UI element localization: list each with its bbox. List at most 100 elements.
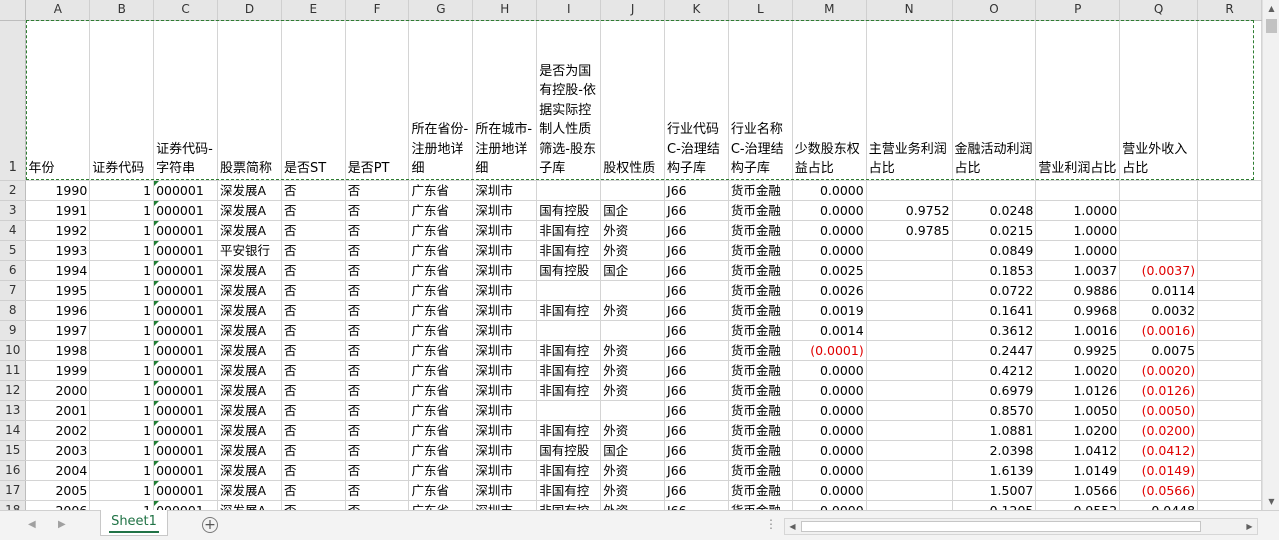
data-cell[interactable]: 否 [345, 320, 410, 341]
data-cell[interactable]: J66 [664, 220, 729, 241]
data-cell[interactable]: 深发展A [217, 460, 282, 481]
data-cell[interactable]: 否 [345, 360, 410, 381]
data-cell[interactable]: (0.0149) [1119, 460, 1199, 481]
data-cell[interactable]: 否 [281, 320, 346, 341]
data-cell[interactable] [1197, 480, 1262, 501]
data-cell[interactable]: 0.0000 [792, 180, 867, 201]
header-cell-e[interactable]: 是否ST [281, 20, 346, 181]
data-cell[interactable]: 0.3612 [952, 320, 1037, 341]
data-cell[interactable]: 0.0025 [792, 260, 867, 281]
data-cell[interactable]: 深圳市 [472, 440, 538, 461]
data-cell[interactable]: 1.0412 [1035, 440, 1121, 461]
header-cell-r[interactable] [1197, 20, 1262, 181]
data-cell[interactable]: 广东省 [408, 360, 474, 381]
data-cell[interactable] [1197, 340, 1262, 361]
data-cell[interactable]: 2.0398 [952, 440, 1037, 461]
data-cell[interactable]: 否 [281, 220, 346, 241]
data-cell[interactable] [866, 240, 953, 261]
data-cell[interactable]: 000001 [153, 320, 218, 341]
data-cell[interactable]: (0.0001) [792, 340, 867, 361]
data-cell[interactable]: 深发展A [217, 380, 282, 401]
horizontal-scrollbar[interactable]: ◀ ▶ [784, 518, 1258, 535]
row-header[interactable]: 2 [0, 180, 27, 201]
scroll-up-arrow-icon[interactable]: ▲ [1263, 0, 1279, 17]
data-cell[interactable] [1119, 240, 1199, 261]
data-cell[interactable]: 0.1641 [952, 300, 1037, 321]
column-header-a[interactable]: A [25, 0, 91, 21]
header-cell-a[interactable]: 年份 [25, 20, 91, 181]
header-cell-f[interactable]: 是否PT [345, 20, 410, 181]
data-cell[interactable]: 000001 [153, 220, 218, 241]
data-cell[interactable]: 深圳市 [472, 380, 538, 401]
column-header-m[interactable]: M [792, 0, 867, 21]
data-cell[interactable]: 1991 [25, 200, 91, 221]
data-cell[interactable]: J66 [664, 360, 729, 381]
column-header-f[interactable]: F [345, 0, 410, 21]
data-cell[interactable]: 否 [281, 340, 346, 361]
data-cell[interactable] [866, 400, 953, 421]
data-cell[interactable]: 深发展A [217, 340, 282, 361]
data-cell[interactable]: 000001 [153, 360, 218, 381]
data-cell[interactable]: 非国有控 [536, 240, 602, 261]
data-cell[interactable]: 货币金融 [728, 280, 793, 301]
data-cell[interactable]: 否 [345, 420, 410, 441]
data-cell[interactable] [866, 380, 953, 401]
data-cell[interactable]: 货币金融 [728, 400, 793, 421]
data-cell[interactable] [1197, 180, 1262, 201]
data-cell[interactable] [1197, 200, 1262, 221]
data-cell[interactable]: 否 [345, 400, 410, 421]
data-cell[interactable]: 否 [281, 300, 346, 321]
data-cell[interactable]: 1999 [25, 360, 91, 381]
data-cell[interactable]: 1.0126 [1035, 380, 1121, 401]
tab-split-handle-icon[interactable]: ⋮ [765, 517, 777, 531]
data-cell[interactable]: 深发展A [217, 400, 282, 421]
data-cell[interactable]: 外资 [600, 480, 666, 501]
column-header-i[interactable]: I [536, 0, 602, 21]
row-header[interactable]: 8 [0, 300, 27, 321]
data-cell[interactable]: 0.9785 [866, 220, 953, 241]
data-cell[interactable]: 0.8570 [952, 400, 1037, 421]
data-cell[interactable]: 1.0020 [1035, 360, 1121, 381]
data-cell[interactable]: 0.0849 [952, 240, 1037, 261]
data-cell[interactable]: (0.0566) [1119, 480, 1199, 501]
data-cell[interactable]: 1 [89, 460, 155, 481]
data-cell[interactable]: 1993 [25, 240, 91, 261]
data-cell[interactable] [866, 460, 953, 481]
data-cell[interactable]: 2006 [25, 500, 91, 510]
header-cell-c[interactable]: 证券代码-字符串 [153, 20, 218, 181]
data-cell[interactable]: 广东省 [408, 180, 474, 201]
data-cell[interactable] [1197, 460, 1262, 481]
data-cell[interactable]: 否 [281, 400, 346, 421]
row-header[interactable]: 9 [0, 320, 27, 341]
data-cell[interactable]: 000001 [153, 400, 218, 421]
header-cell-j[interactable]: 股权性质 [600, 20, 666, 181]
data-cell[interactable]: 否 [281, 420, 346, 441]
data-cell[interactable]: 深发展A [217, 480, 282, 501]
data-cell[interactable]: J66 [664, 380, 729, 401]
data-cell[interactable]: 否 [281, 460, 346, 481]
data-cell[interactable]: 0.6979 [952, 380, 1037, 401]
data-cell[interactable]: 深发展A [217, 300, 282, 321]
data-cell[interactable]: 否 [345, 220, 410, 241]
data-cell[interactable]: 深圳市 [472, 500, 538, 510]
data-cell[interactable]: J66 [664, 200, 729, 221]
data-cell[interactable]: 1997 [25, 320, 91, 341]
data-cell[interactable]: 深发展A [217, 220, 282, 241]
header-cell-n[interactable]: 主营业务利润占比 [866, 20, 953, 181]
row-header[interactable]: 11 [0, 360, 27, 381]
data-cell[interactable]: 广东省 [408, 280, 474, 301]
data-cell[interactable]: 否 [281, 500, 346, 510]
data-cell[interactable] [1197, 400, 1262, 421]
data-cell[interactable]: 货币金融 [728, 240, 793, 261]
data-cell[interactable]: 000001 [153, 280, 218, 301]
column-header-c[interactable]: C [153, 0, 218, 21]
header-cell-q[interactable]: 营业外收入占比 [1119, 20, 1199, 181]
data-cell[interactable]: 0.9925 [1035, 340, 1121, 361]
data-cell[interactable]: 广东省 [408, 460, 474, 481]
data-cell[interactable] [1119, 220, 1199, 241]
data-cell[interactable]: (0.0037) [1119, 260, 1199, 281]
row-header[interactable]: 16 [0, 460, 27, 481]
data-cell[interactable]: J66 [664, 500, 729, 510]
data-cell[interactable]: 货币金融 [728, 320, 793, 341]
data-cell[interactable] [866, 280, 953, 301]
